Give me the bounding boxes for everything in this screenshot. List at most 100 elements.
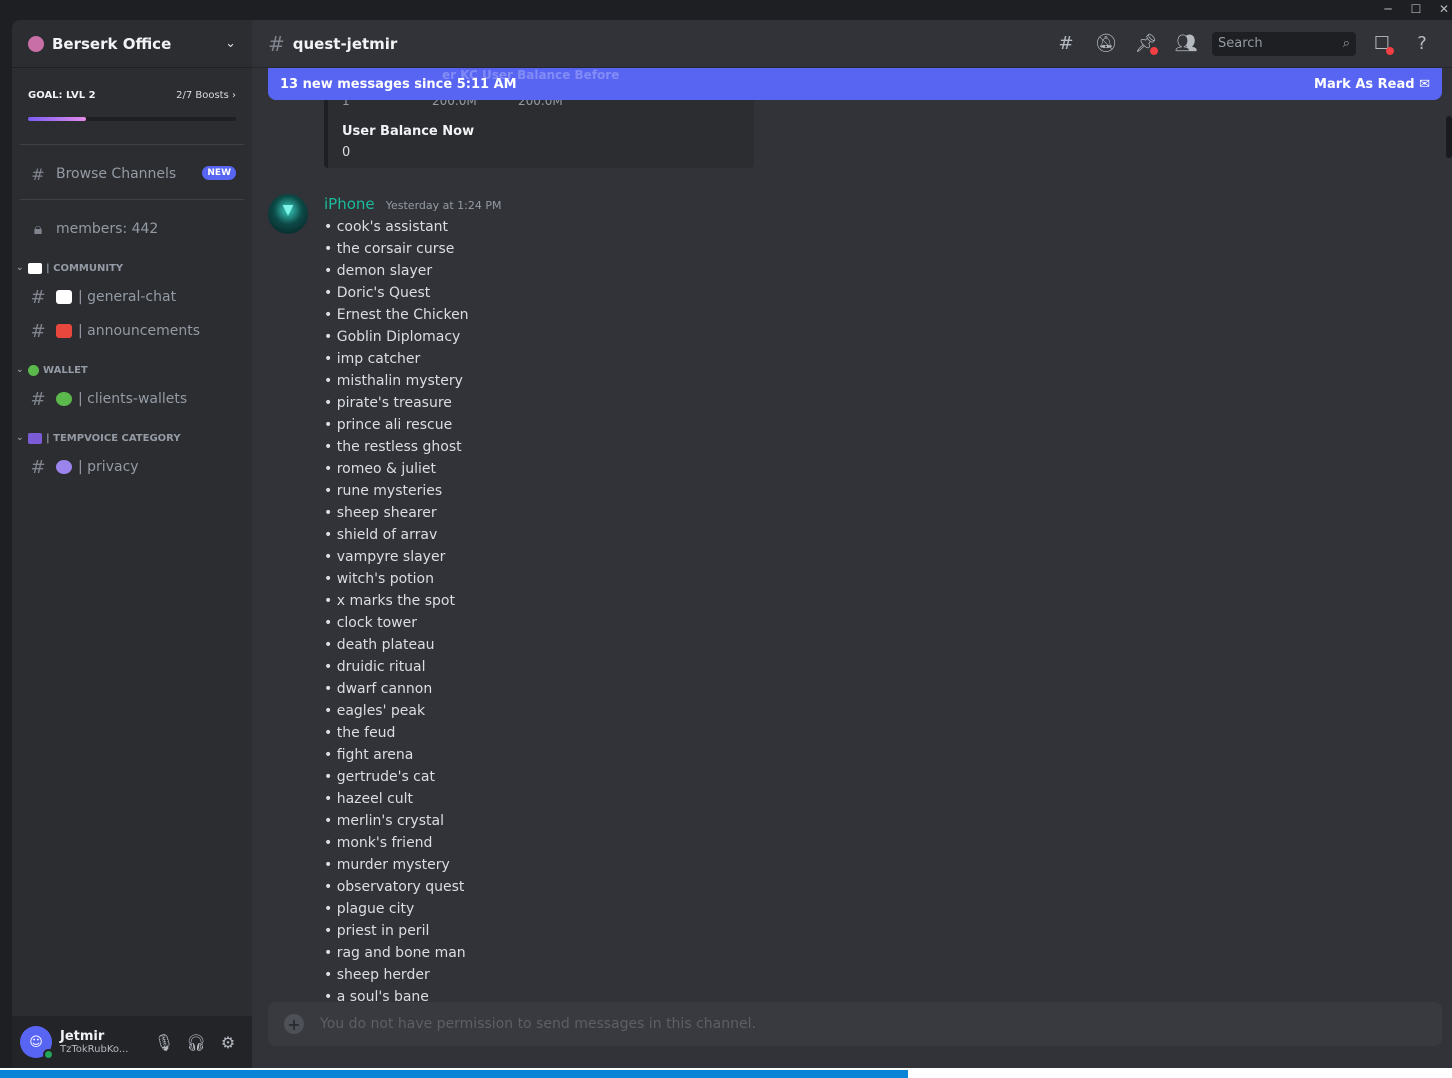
list-item: shield of arrav xyxy=(324,524,469,546)
text-channel-icon: # xyxy=(30,388,46,410)
list-item: the feud xyxy=(324,722,469,744)
list-item: priest in peril xyxy=(324,920,469,942)
speech-bubble-icon xyxy=(28,262,42,274)
list-item: the corsair curse xyxy=(324,238,469,260)
category-list: ⌄ | COMMUNITY # | general-chat # | annou… xyxy=(12,256,252,484)
search-icon: ⌕ xyxy=(1342,36,1350,51)
list-item: clock tower xyxy=(324,612,469,634)
help-icon[interactable]: ? xyxy=(1408,30,1436,58)
chevron-down-icon: ⌄ xyxy=(225,36,236,51)
new-badge: NEW xyxy=(202,166,236,180)
category-community: ⌄ | COMMUNITY # | general-chat # | annou… xyxy=(12,256,252,348)
message-author[interactable]: iPhone xyxy=(324,195,375,213)
new-messages-bar[interactable]: er KC User Balance Before 13 new message… xyxy=(268,68,1442,100)
list-item: monk's friend xyxy=(324,832,469,854)
list-item: death plateau xyxy=(324,634,469,656)
list-item: prince ali rescue xyxy=(324,414,469,436)
megaphone-icon xyxy=(56,324,72,338)
emblem-icon: ▼ xyxy=(282,202,294,218)
headphones-icon[interactable]: 🎧︎ xyxy=(180,1026,212,1058)
list-item: gertrude's cat xyxy=(324,766,469,788)
text-channel-icon: # xyxy=(30,456,46,478)
text-channel-icon: # xyxy=(30,320,46,342)
pinned-messages-icon[interactable]: 📌︎ xyxy=(1132,30,1160,58)
user-info[interactable]: Jetmir TzTokRubKo... xyxy=(60,1029,148,1055)
tempvoice-icon xyxy=(28,432,42,444)
composer-placeholder: You do not have permission to send messa… xyxy=(320,1016,756,1032)
search-placeholder: Search xyxy=(1218,36,1263,51)
text-channel-icon: # xyxy=(268,31,285,56)
list-item: sheep shearer xyxy=(324,502,469,524)
money-face-icon xyxy=(56,392,72,406)
minimize-button[interactable]: ─ xyxy=(1374,0,1402,20)
list-item: plague city xyxy=(324,898,469,920)
unread-dot xyxy=(1150,46,1158,55)
list-item: hazeel cult xyxy=(324,788,469,810)
notification-muted-icon[interactable]: 🔕︎ xyxy=(1092,30,1120,58)
mark-as-read-button[interactable]: Mark As Read ✉ xyxy=(1314,77,1430,92)
goal-boosts[interactable]: 2/7 Boosts › xyxy=(176,90,236,101)
microphone-icon[interactable]: 🎙︎ xyxy=(148,1026,180,1058)
inbox-icon[interactable]: ☐ xyxy=(1368,30,1396,58)
threads-icon[interactable]: # xyxy=(1052,30,1080,58)
list-item: vampyre slayer xyxy=(324,546,469,568)
message-content: cook's assistantthe corsair cursedemon s… xyxy=(324,216,469,1008)
list-item: Goblin Diplomacy xyxy=(324,326,469,348)
chevron-down-icon: ⌄ xyxy=(16,433,24,443)
obscured-text: er KC User Balance Before xyxy=(442,68,620,82)
lock-icon: 🔒︎ xyxy=(33,219,43,238)
chevron-down-icon: ⌄ xyxy=(16,263,24,273)
category-tempvoice: ⌄ | TEMPVOICE CATEGORY # | privacy xyxy=(12,426,252,484)
list-item: demon slayer xyxy=(324,260,469,282)
discord-logo-icon: ☺ xyxy=(29,1034,43,1050)
close-button[interactable]: ✕ xyxy=(1430,0,1452,20)
list-item: rag and bone man xyxy=(324,942,469,964)
channel-general-chat[interactable]: # | general-chat xyxy=(12,280,252,314)
window-titlebar: ─ ☐ ✕ xyxy=(0,0,1452,20)
channel-label: | general-chat xyxy=(78,289,177,305)
list-item: romeo & juliet xyxy=(324,458,469,480)
list-item: misthalin mystery xyxy=(324,370,469,392)
divider xyxy=(20,199,244,200)
browse-channels-label: Browse Channels xyxy=(56,166,177,182)
online-status-icon xyxy=(43,1049,54,1060)
server-name: Berserk Office xyxy=(52,34,172,53)
channel-topbar: # quest-jetmir # 🔕︎ 📌︎ 👥︎ Search ⌕ ☐ ? xyxy=(252,20,1452,68)
chevron-down-icon: ⌄ xyxy=(16,365,24,375)
list-item: the restless ghost xyxy=(324,436,469,458)
avatar[interactable]: ▼ xyxy=(268,194,308,234)
list-item: cook's assistant xyxy=(324,216,469,238)
category-header[interactable]: ⌄ | COMMUNITY xyxy=(12,256,252,280)
taskbar-progress xyxy=(0,1070,908,1078)
members-count-channel[interactable]: 🔒︎ members: 442 xyxy=(12,212,252,246)
unread-dot xyxy=(1386,46,1394,55)
message-header: iPhone Yesterday at 1:24 PM xyxy=(324,194,502,213)
maximize-button[interactable]: ☐ xyxy=(1402,0,1430,20)
search-input[interactable]: Search ⌕ xyxy=(1212,31,1356,56)
list-item: eagles' peak xyxy=(324,700,469,722)
scrollbar-thumb[interactable] xyxy=(1446,116,1452,158)
embed-field-label: User Balance Now xyxy=(342,124,475,139)
list-item: dwarf cannon xyxy=(324,678,469,700)
category-header[interactable]: ⌄ WALLET xyxy=(12,358,252,382)
server-header[interactable]: Berserk Office ⌄ xyxy=(12,20,252,68)
speech-bubble-icon xyxy=(56,290,72,304)
purple-circle-icon xyxy=(56,460,72,474)
list-item: observatory quest xyxy=(324,876,469,898)
channel-clients-wallets[interactable]: # | clients-wallets xyxy=(12,382,252,416)
list-item: murder mystery xyxy=(324,854,469,876)
embed-field-value: 0 xyxy=(342,145,351,160)
channel-privacy[interactable]: # | privacy xyxy=(12,450,252,484)
chat-area: # quest-jetmir # 🔕︎ 📌︎ 👥︎ Search ⌕ ☐ ? 1… xyxy=(252,20,1452,1068)
settings-gear-icon[interactable]: ⚙ xyxy=(212,1026,244,1058)
channel-announcements[interactable]: # | announcements xyxy=(12,314,252,348)
text-channel-icon: # xyxy=(30,286,46,308)
boost-goal[interactable]: GOAL: LVL 2 2/7 Boosts › xyxy=(12,68,252,168)
browse-channels[interactable]: # Browse Channels NEW xyxy=(12,157,252,191)
category-header[interactable]: ⌄ | TEMPVOICE CATEGORY xyxy=(12,426,252,450)
channel-sidebar: Berserk Office ⌄ GOAL: LVL 2 2/7 Boosts … xyxy=(12,20,252,1068)
member-list-icon[interactable]: 👥︎ xyxy=(1172,30,1200,58)
list-item: witch's potion xyxy=(324,568,469,590)
avatar[interactable]: ☺ xyxy=(20,1026,54,1060)
list-item: pirate's treasure xyxy=(324,392,469,414)
